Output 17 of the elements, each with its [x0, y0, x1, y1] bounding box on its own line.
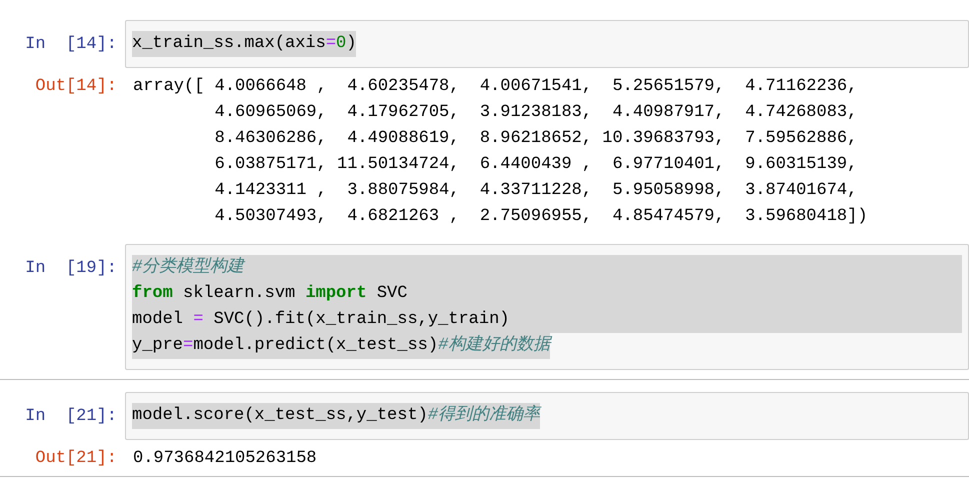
code-input-box[interactable]: model.score(x_test_ss,y_test)#得到的准确率 — [125, 392, 969, 440]
input-prompt: In [21]: — [25, 407, 117, 426]
output-line: 8.46306286, 4.49088619, 8.96218652, 10.39683793, 7.59562886, — [214, 128, 858, 150]
output-line: array([ 4.0066648 , 4.60235478, 4.00671541, 5.25651579, 4.71162236, — [133, 76, 858, 98]
output-line: 4.1423311 , 3.88075984, 4.33711228, 5.95058998, 3.87401674, — [214, 180, 858, 202]
output-prompt: Out[21]: — [35, 449, 117, 468]
output-line: 4.60965069, 4.17962705, 3.91238183, 4.40987917, 4.74268083, — [214, 102, 858, 124]
notebook-cell[interactable]: In [19]: #分类模型构建 from sklearn.svm import SVC model = SVC().fit(x_train_ss,y_train) y_pre=model.predict(x_test_ss)#构建好的数据 — [0, 243, 969, 379]
output-prompt: Out[14]: — [35, 77, 117, 96]
notebook-cell[interactable]: In [21]: model.score(x_test_ss,y_test)#得到的准确率 Out[21]: 0.9736842105263158 — [0, 379, 969, 477]
code-input-box[interactable]: #分类模型构建 from sklearn.svm import SVC model = SVC().fit(x_train_ss,y_train) y_pre=model.predict(x_test_ss)#构建好的数据 — [125, 244, 969, 370]
output-line: 4.50307493, 4.6821263 , 2.75096955, 4.85474579, 3.59680418]) — [214, 206, 868, 228]
output-line: 6.03875171, 11.50134724, 6.4400439 , 6.97710401, 9.60315139, — [214, 154, 858, 176]
output-line: 0.9736842105263158 — [133, 448, 317, 470]
code-input-box[interactable]: x_train_ss.max(axis=0) — [125, 20, 969, 68]
input-prompt: In [14]: — [25, 35, 117, 54]
input-prompt: In [19]: — [25, 259, 117, 278]
